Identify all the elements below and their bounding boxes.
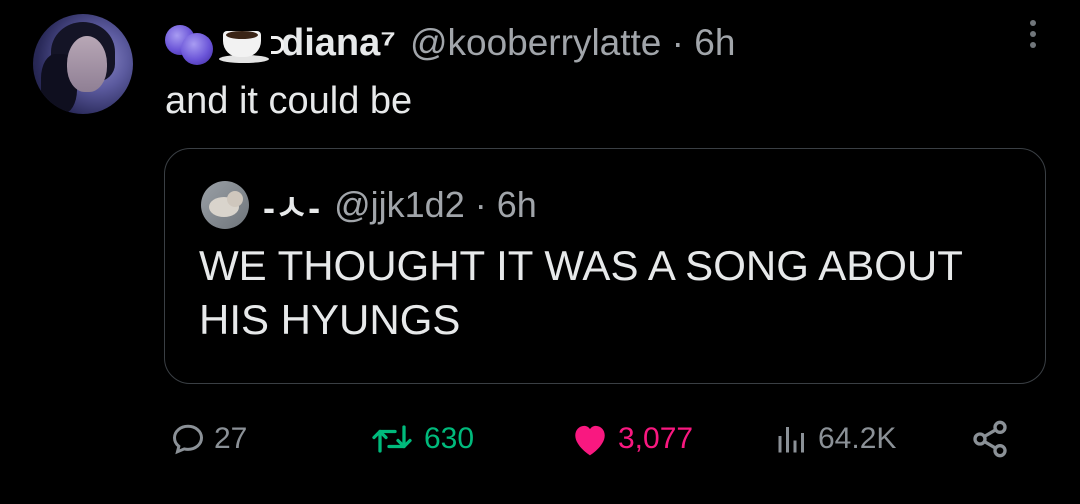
- quoted-tweet[interactable]: -ㅅ- @jjk1d2 · 6h WE THOUGHT IT WAS A SON…: [164, 148, 1046, 384]
- tweet-timestamp[interactable]: · 6h: [672, 22, 736, 63]
- views-count: 64.2K: [818, 422, 897, 455]
- views-icon: [778, 427, 804, 453]
- tweet-text: and it could be: [165, 80, 413, 122]
- quoted-tweet-header: -ㅅ- @jjk1d2 · 6h: [201, 179, 537, 231]
- quoted-author-handle-text[interactable]: @jjk1d2: [334, 184, 465, 225]
- like-button[interactable]: 3,077: [570, 414, 693, 464]
- author-handle[interactable]: @kooberrylatte · 6h: [410, 22, 736, 64]
- author-avatar[interactable]: [33, 14, 133, 114]
- tweet[interactable]: diana⁷ @kooberrylatte · 6h and it could …: [0, 0, 1080, 504]
- share-icon: [973, 420, 1007, 458]
- retweet-button[interactable]: 630: [368, 414, 474, 464]
- more-options-icon[interactable]: [1027, 20, 1039, 56]
- quoted-author-avatar[interactable]: [201, 181, 249, 229]
- retweet-count: 630: [424, 422, 475, 455]
- author-display-name[interactable]: diana⁷: [281, 22, 396, 65]
- author-handle-text[interactable]: @kooberrylatte: [410, 22, 661, 63]
- share-button[interactable]: [970, 414, 1018, 464]
- quoted-tweet-text: WE THOUGHT IT WAS A SONG ABOUT HIS HYUNG…: [199, 242, 963, 343]
- reply-button[interactable]: 27: [170, 414, 247, 464]
- heart-icon: [575, 425, 605, 456]
- views-button[interactable]: 64.2K: [774, 414, 896, 464]
- quoted-author-handle[interactable]: @jjk1d2 · 6h: [334, 184, 537, 226]
- retweet-icon: [372, 425, 412, 453]
- reply-count: 27: [214, 422, 248, 455]
- avatar-face: [67, 36, 107, 92]
- quoted-tweet-timestamp[interactable]: · 6h: [475, 184, 537, 225]
- quoted-author-display-name[interactable]: -ㅅ-: [263, 179, 320, 231]
- action-bar: 27 630 3,077 64.2K: [0, 414, 1080, 464]
- like-count: 3,077: [618, 422, 694, 455]
- blueberries-icon: [165, 21, 217, 65]
- tweet-header: diana⁷ @kooberrylatte · 6h: [165, 18, 735, 68]
- hot-beverage-icon: [219, 21, 284, 65]
- reply-icon: [172, 424, 204, 455]
